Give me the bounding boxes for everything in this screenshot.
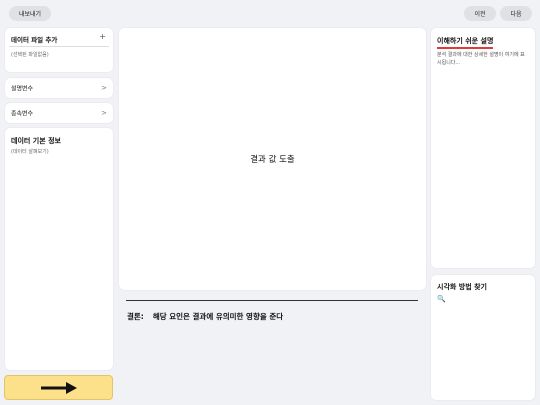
plus-icon[interactable]: + <box>99 32 106 41</box>
visualization-panel: 시각화 방법 찾기 🔍 <box>431 275 535 400</box>
result-panel: 결과 값 도출 <box>119 28 426 290</box>
search-icon[interactable]: 🔍 <box>437 295 446 303</box>
data-info-subtitle[interactable]: (데이터 살펴보기) <box>11 148 49 155</box>
conclusion-divider <box>126 300 418 301</box>
chevron-right-icon: > <box>101 84 107 92</box>
conclusion-text: 해당 요인은 결과에 유의미한 영향을 준다 <box>152 312 284 321</box>
dependent-variable-selector[interactable]: 종속변수 > <box>5 103 113 123</box>
explanation-title: 이해하기 쉬운 설명 <box>437 36 494 49</box>
arrow-right-icon <box>40 381 77 394</box>
data-info-panel: 데이터 기본 정보 (데이터 살펴보기) <box>5 128 113 370</box>
dependent-variable-label: 종속변수 <box>11 110 34 118</box>
divider <box>9 46 109 47</box>
data-info-title: 데이터 기본 정보 <box>11 137 61 145</box>
next-button[interactable]: 다음 <box>500 6 532 21</box>
export-button[interactable]: 내보내기 <box>9 6 51 21</box>
result-title: 결과 값 도출 <box>250 155 295 165</box>
selected-file-text: (선택된 파일없음) <box>11 52 49 58</box>
add-data-file-panel[interactable]: 데이터 파일 추가 + (선택된 파일없음) <box>5 28 113 72</box>
visualization-title: 시각화 방법 찾기 <box>437 283 487 291</box>
explanation-body: 분석 결과에 대한 상세한 설명이 여기에 표시됩니다... <box>437 52 525 66</box>
title-underline <box>437 47 494 49</box>
explanatory-variable-selector[interactable]: 설명변수 > <box>5 78 113 98</box>
conclusion-row: 결론: 해당 요인은 결과에 유의미한 영향을 준다 <box>127 311 283 322</box>
chevron-right-icon: > <box>101 109 107 117</box>
explanation-panel: 이해하기 쉬운 설명 분석 결과에 대한 상세한 설명이 여기에 표시됩니다..… <box>431 28 535 268</box>
run-analysis-button[interactable] <box>4 375 113 400</box>
prev-button[interactable]: 이전 <box>464 6 496 21</box>
explanation-title-text: 이해하기 쉬운 설명 <box>437 37 494 45</box>
conclusion-label: 결론: <box>127 312 144 321</box>
explanatory-variable-label: 설명변수 <box>11 85 34 93</box>
add-data-file-title: 데이터 파일 추가 <box>11 36 58 44</box>
